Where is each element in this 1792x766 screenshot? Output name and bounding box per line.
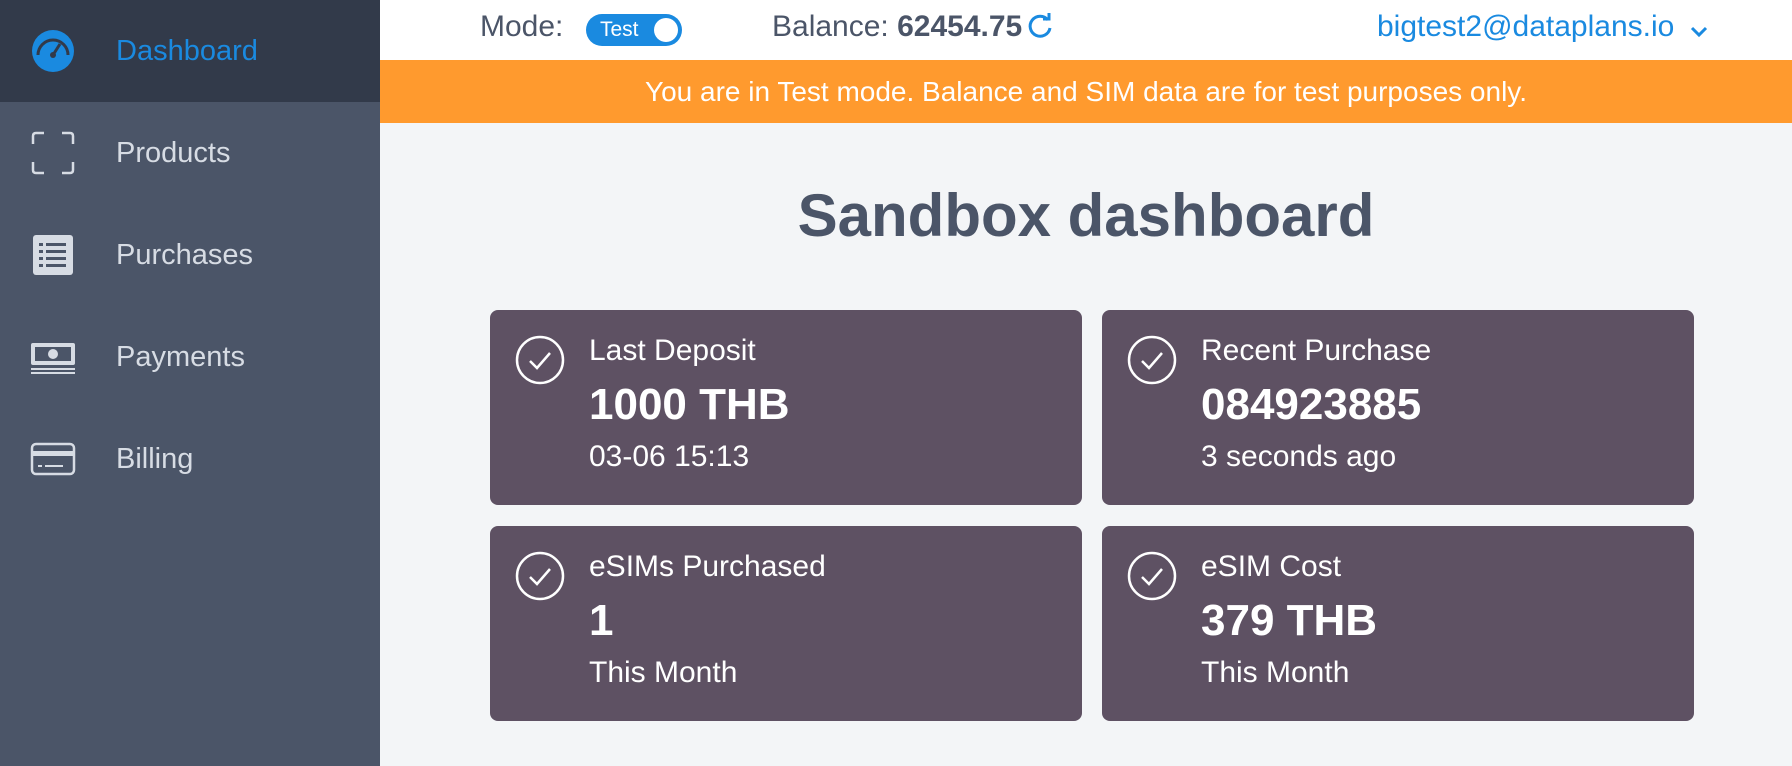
sidebar-item-payments[interactable]: Payments bbox=[0, 306, 380, 408]
list-icon bbox=[30, 232, 76, 278]
balance-value: 62454.75 bbox=[897, 10, 1023, 43]
sidebar-item-label: Billing bbox=[116, 442, 194, 475]
sidebar-item-purchases[interactable]: Purchases bbox=[0, 204, 380, 306]
mode-label: Mode: bbox=[480, 10, 564, 43]
card-value: 379 THB bbox=[1201, 596, 1378, 645]
card-value: 1 bbox=[589, 596, 614, 645]
card-label: eSIM Cost bbox=[1201, 550, 1342, 583]
check-circle-icon bbox=[515, 551, 565, 601]
toggle-knob bbox=[654, 18, 678, 42]
card-value: 084923885 bbox=[1201, 380, 1422, 429]
check-circle-icon bbox=[515, 335, 565, 385]
scan-frame-icon bbox=[30, 130, 76, 176]
account-menu[interactable]: bigtest2@dataplans.io bbox=[1377, 10, 1710, 44]
refresh-icon[interactable] bbox=[1026, 12, 1054, 40]
dashboard-content: Sandbox dashboard Last Deposit 1000 THB … bbox=[380, 123, 1792, 766]
banner-text: You are in Test mode. Balance and SIM da… bbox=[644, 75, 1527, 107]
balance-label: Balance: bbox=[772, 10, 889, 43]
check-circle-icon bbox=[1127, 335, 1177, 385]
banknote-icon bbox=[30, 334, 76, 380]
sidebar-item-dashboard[interactable]: Dashboard bbox=[0, 0, 380, 102]
account-email: bigtest2@dataplans.io bbox=[1377, 10, 1675, 43]
mode-toggle-label: Test bbox=[600, 18, 639, 41]
card-subtext: 03-06 15:13 bbox=[589, 440, 750, 473]
speedometer-icon bbox=[30, 28, 76, 74]
page-title: Sandbox dashboard bbox=[797, 182, 1375, 249]
top-bar: Mode: Test Balance: 62454.75 bigtest2@da… bbox=[380, 0, 1792, 60]
main-area: Mode: Test Balance: 62454.75 bigtest2@da… bbox=[380, 0, 1792, 766]
stat-card-last-deposit: Last Deposit 1000 THB 03-06 15:13 bbox=[490, 310, 1082, 505]
sidebar-item-products[interactable]: Products bbox=[0, 102, 380, 204]
app: Dashboard Products Purchases Payments Bi… bbox=[0, 0, 1792, 766]
test-mode-banner: You are in Test mode. Balance and SIM da… bbox=[380, 60, 1792, 123]
card-value: 1000 THB bbox=[589, 380, 790, 429]
stat-card-recent-purchase: Recent Purchase 084923885 3 seconds ago bbox=[1102, 310, 1694, 505]
chevron-down-icon bbox=[1688, 16, 1710, 38]
sidebar-item-label: Purchases bbox=[116, 238, 254, 271]
stat-card-esims-purchased: eSIMs Purchased 1 This Month bbox=[490, 526, 1082, 721]
card-subtext: This Month bbox=[589, 656, 738, 689]
card-label: Last Deposit bbox=[589, 334, 756, 367]
sidebar-item-billing[interactable]: Billing bbox=[0, 408, 380, 510]
balance-display: Balance: 62454.75 bbox=[772, 10, 1022, 44]
card-subtext: This Month bbox=[1201, 656, 1350, 689]
card-label: Recent Purchase bbox=[1201, 334, 1432, 367]
check-circle-icon bbox=[1127, 551, 1177, 601]
credit-card-icon bbox=[30, 436, 76, 482]
sidebar: Dashboard Products Purchases Payments Bi… bbox=[0, 0, 380, 766]
card-subtext: 3 seconds ago bbox=[1201, 440, 1397, 473]
card-label: eSIMs Purchased bbox=[589, 550, 826, 583]
sidebar-item-label: Payments bbox=[116, 340, 245, 373]
sidebar-item-label: Dashboard bbox=[116, 34, 258, 67]
stat-card-esim-cost: eSIM Cost 379 THB This Month bbox=[1102, 526, 1694, 721]
sidebar-item-label: Products bbox=[116, 136, 231, 169]
mode-toggle[interactable]: Test bbox=[586, 14, 682, 46]
